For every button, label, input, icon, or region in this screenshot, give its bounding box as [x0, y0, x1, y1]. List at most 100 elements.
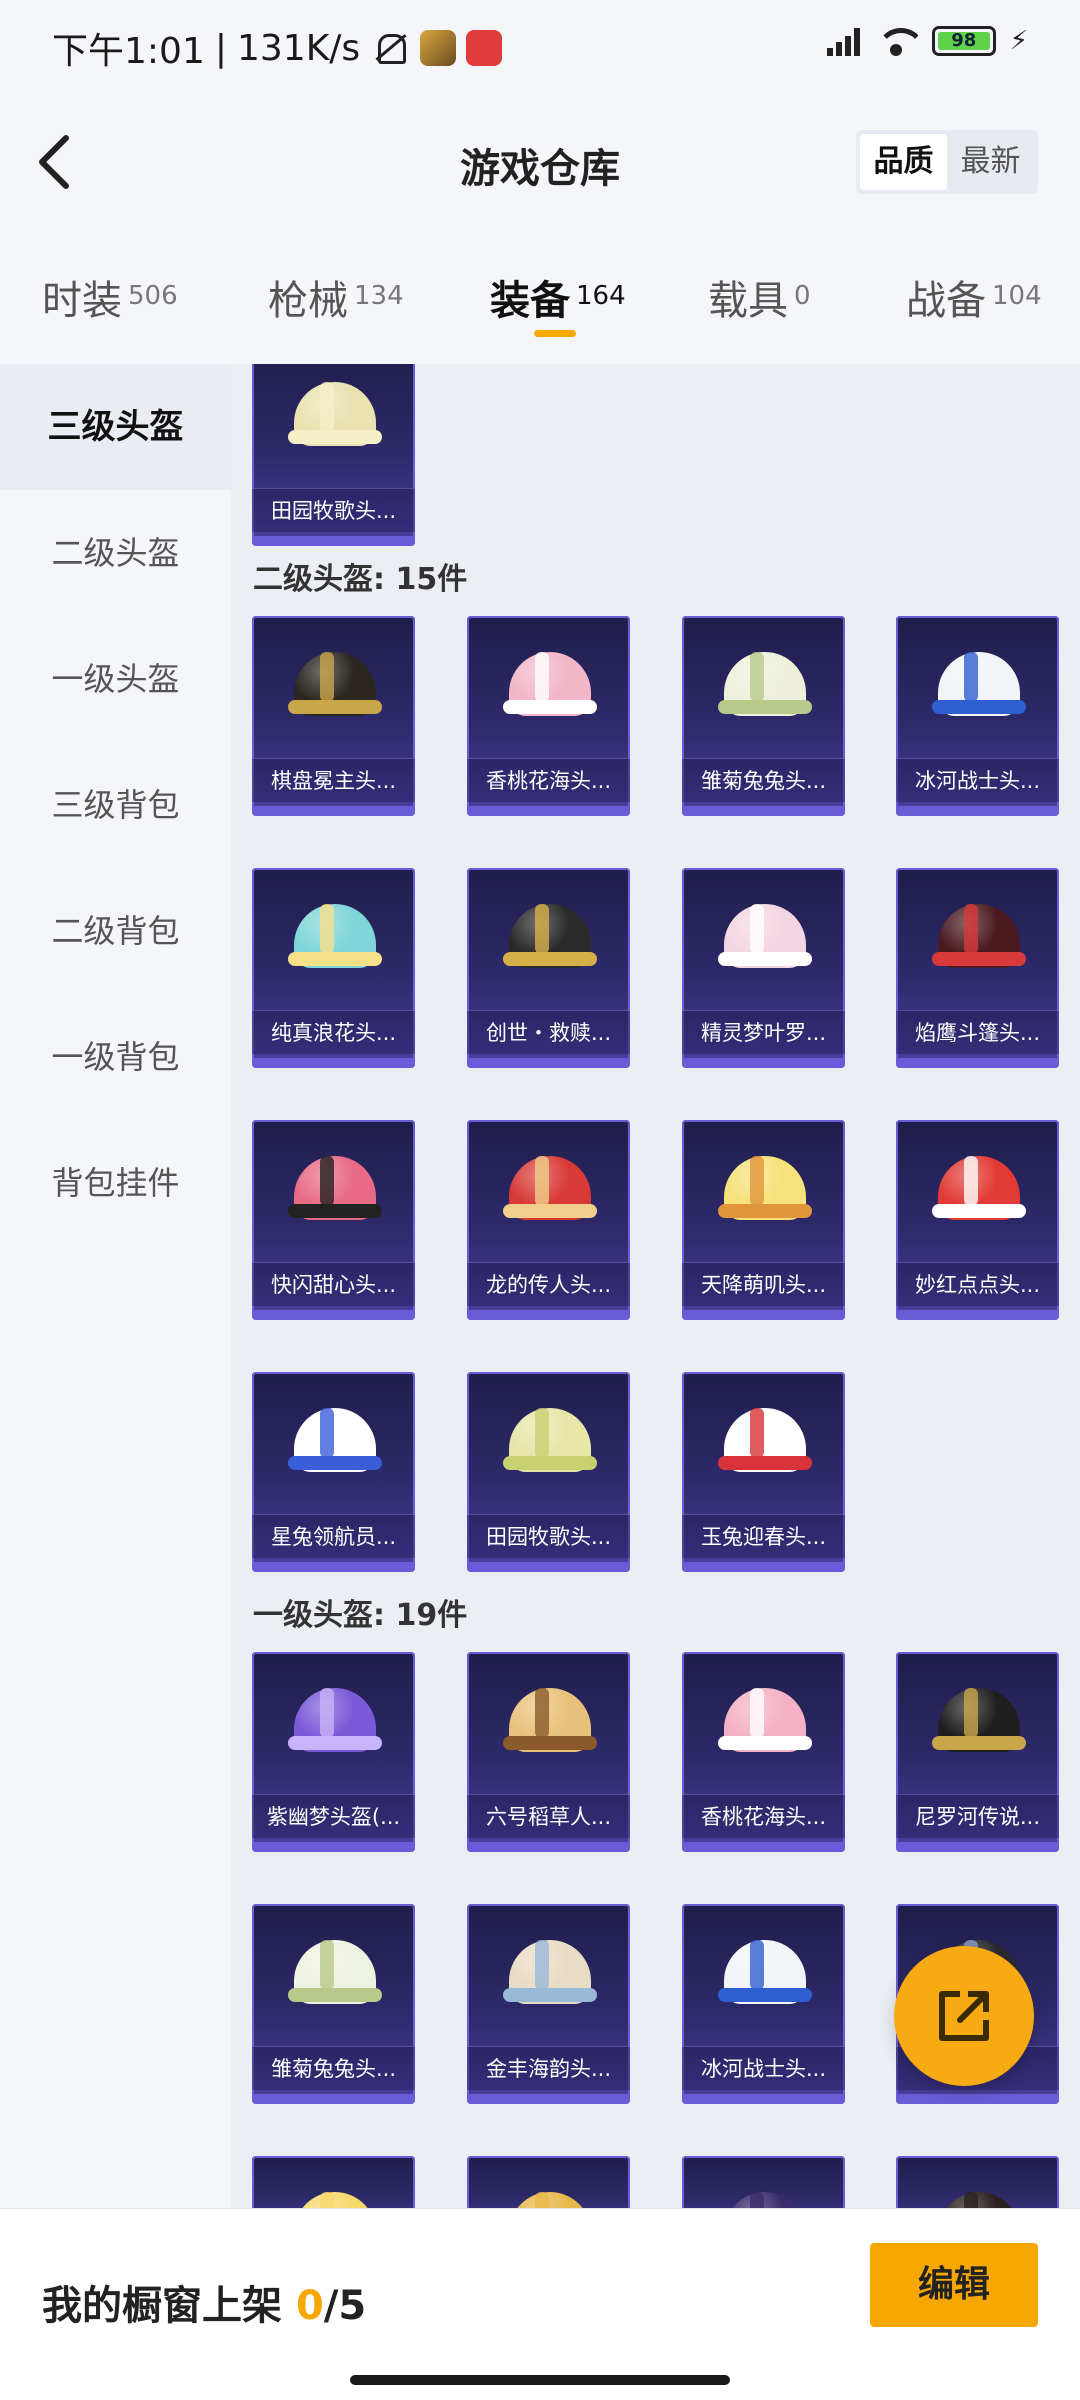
item-card[interactable]	[896, 2156, 1059, 2208]
item-card[interactable]: 纯真浪花头...	[252, 868, 415, 1068]
category-tabs: 时装 506 枪械 134 装备 164 载具 0 战备 104	[0, 232, 1080, 364]
item-card[interactable]: 天降萌叽头...	[682, 1120, 845, 1320]
item-card[interactable]: 田园牧歌头...	[467, 1372, 630, 1572]
item-name: 雏菊兔兔头...	[682, 758, 845, 802]
helmet-icon	[284, 1926, 384, 2016]
item-name: 焰鹰斗篷头...	[896, 1010, 1059, 1054]
sidebar-item-level2-backpack[interactable]: 二级背包	[0, 868, 231, 994]
sidebar-item-level1-helmet[interactable]: 一级头盔	[0, 616, 231, 742]
sidebar-item-backpack-pendant[interactable]: 背包挂件	[0, 1120, 231, 1246]
item-card[interactable]: 棋盘冕主头...	[252, 616, 415, 816]
shelf-total: /5	[323, 2283, 367, 2329]
status-right: 98 ⚡	[826, 26, 1028, 56]
helmet-icon	[928, 890, 1028, 980]
tab-equipment[interactable]: 装备 164	[490, 268, 626, 326]
quality-bar	[896, 1058, 1059, 1068]
quality-bar	[467, 2094, 630, 2104]
section-title-level1: 一级头盔: 19件	[253, 1598, 468, 1633]
shelf-status: 我的橱窗上架 0/5	[42, 2273, 366, 2331]
item-card[interactable]: 焰鹰斗篷头...	[896, 868, 1059, 1068]
helmet-icon	[928, 2178, 1028, 2208]
quality-bar	[252, 1310, 415, 1320]
item-card[interactable]: 雏菊兔兔头...	[682, 616, 845, 816]
item-card[interactable]: 星兔领航员...	[252, 1372, 415, 1572]
tab-supplies[interactable]: 战备 104	[906, 268, 1042, 326]
home-indicator	[350, 2375, 730, 2385]
helmet-icon	[499, 1674, 599, 1764]
sort-toggle: 品质 最新	[856, 130, 1038, 194]
quality-bar	[682, 2094, 845, 2104]
edit-button[interactable]: 编辑	[870, 2243, 1038, 2327]
tab-label: 时装	[42, 278, 122, 324]
quality-bar	[467, 1310, 630, 1320]
item-card[interactable]: 六号稻草人...	[467, 1652, 630, 1852]
item-card[interactable]	[252, 2156, 415, 2208]
quality-bar	[467, 806, 630, 816]
game-app-icon	[420, 30, 457, 66]
item-card[interactable]: 田园牧歌头...	[252, 364, 415, 546]
share-fab[interactable]	[894, 1946, 1034, 2086]
item-card[interactable]: 玉兔迎春头...	[682, 1372, 845, 1572]
quality-bar	[682, 1842, 845, 1852]
item-name: 六号稻草人...	[467, 1794, 630, 1838]
share-icon	[939, 1991, 989, 2041]
quality-bar	[682, 1058, 845, 1068]
item-card[interactable]: 雏菊兔兔头...	[252, 1904, 415, 2104]
section-title-level2: 二级头盔: 15件	[253, 562, 468, 597]
quality-bar	[252, 2094, 415, 2104]
sidebar-item-level1-backpack[interactable]: 一级背包	[0, 994, 231, 1120]
sidebar-item-level3-helmet[interactable]: 三级头盔	[0, 364, 231, 490]
item-name: 紫幽梦头盔(...	[252, 1794, 415, 1838]
item-grid-area[interactable]: 二级头盔: 15件 一级头盔: 19件 田园牧歌头... 棋盘冕主头... 香桃花海…	[231, 364, 1080, 2208]
quality-bar	[682, 1310, 845, 1320]
quality-bar	[682, 806, 845, 816]
item-card[interactable]: 龙的传人头...	[467, 1120, 630, 1320]
item-card[interactable]: 香桃花海头...	[467, 616, 630, 816]
item-name: 田园牧歌头...	[467, 1514, 630, 1558]
item-name: 金丰海韵头...	[467, 2046, 630, 2090]
item-name: 尼罗河传说...	[896, 1794, 1059, 1838]
item-card[interactable]: 妙红点点头...	[896, 1120, 1059, 1320]
quality-bar	[467, 1842, 630, 1852]
tab-guns[interactable]: 枪械 134	[268, 268, 404, 326]
status-separator: |	[214, 27, 227, 69]
mute-icon	[370, 30, 410, 66]
sidebar-item-level2-helmet[interactable]: 二级头盔	[0, 490, 231, 616]
item-card[interactable]: 香桃花海头...	[682, 1652, 845, 1852]
item-name: 妙红点点头...	[896, 1262, 1059, 1306]
item-name: 精灵梦叶罗...	[682, 1010, 845, 1054]
sort-quality-button[interactable]: 品质	[860, 134, 947, 190]
item-name: 冰河战士头...	[682, 2046, 845, 2090]
helmet-icon	[499, 1142, 599, 1232]
helmet-icon	[714, 1142, 814, 1232]
item-card[interactable]: 精灵梦叶罗...	[682, 868, 845, 1068]
item-card[interactable]: 紫幽梦头盔(...	[252, 1652, 415, 1852]
quality-bar	[896, 806, 1059, 816]
tab-label: 载具	[708, 278, 788, 324]
sidebar-item-level3-backpack[interactable]: 三级背包	[0, 742, 231, 868]
item-card[interactable]: 尼罗河传说...	[896, 1652, 1059, 1852]
helmet-icon	[284, 368, 384, 458]
wifi-icon	[874, 26, 918, 56]
status-left: 下午1:01 | 131K/s	[52, 22, 503, 74]
item-name: 天降萌叽头...	[682, 1262, 845, 1306]
tab-fashion[interactable]: 时装 506	[42, 268, 178, 326]
item-name: 棋盘冕主头...	[252, 758, 415, 802]
quality-bar	[896, 1310, 1059, 1320]
item-card[interactable]	[467, 2156, 630, 2208]
status-bar: 下午1:01 | 131K/s 98 ⚡	[0, 0, 1080, 92]
helmet-icon	[284, 2178, 384, 2208]
item-card[interactable]: 创世・救赎...	[467, 868, 630, 1068]
item-card[interactable]: 冰河战士头...	[896, 616, 1059, 816]
quality-bar	[252, 536, 415, 546]
item-card[interactable]: 冰河战士头...	[682, 1904, 845, 2104]
item-card[interactable]: 金丰海韵头...	[467, 1904, 630, 2104]
item-card[interactable]: 快闪甜心头...	[252, 1120, 415, 1320]
quality-bar	[896, 2094, 1059, 2104]
shelf-label: 我的橱窗上架	[42, 2283, 282, 2329]
helmet-icon	[499, 1394, 599, 1484]
header: 游戏仓库 品质 最新	[0, 92, 1080, 232]
sort-newest-button[interactable]: 最新	[947, 134, 1034, 190]
tab-vehicles[interactable]: 载具 0	[708, 268, 811, 326]
item-card[interactable]	[682, 2156, 845, 2208]
